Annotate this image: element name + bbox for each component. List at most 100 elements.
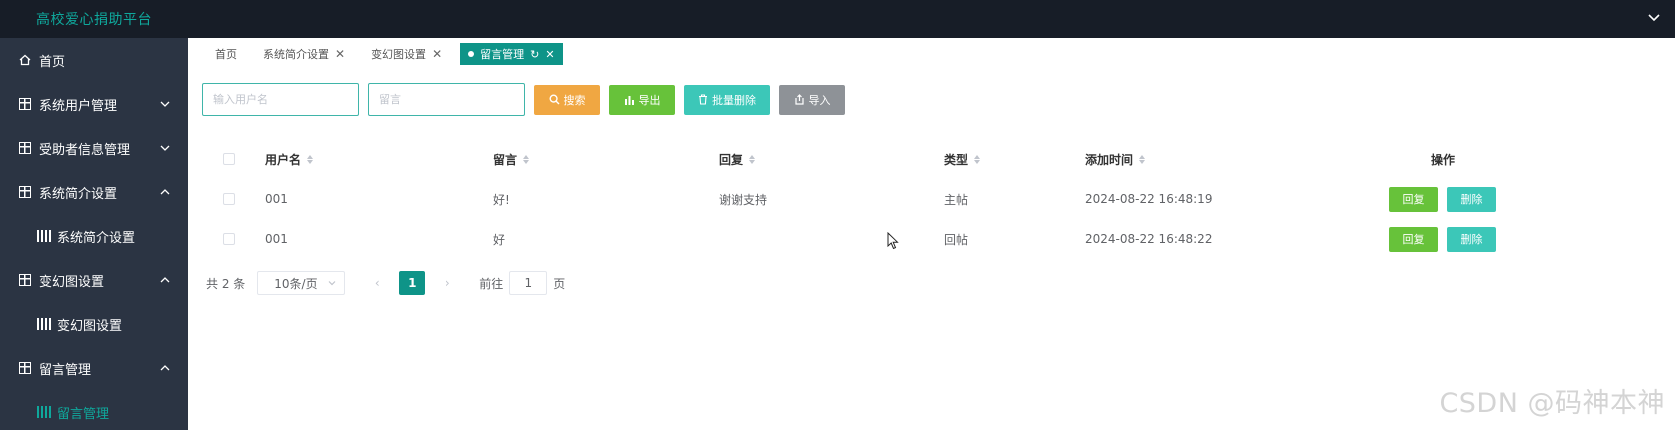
page-size-value: 10条/页 [274, 275, 317, 292]
chevron-down-icon [159, 142, 171, 154]
delete-button[interactable]: 删除 [1447, 187, 1496, 212]
close-icon[interactable]: ✕ [432, 47, 442, 61]
message-search-input[interactable] [368, 83, 525, 116]
pagination: 共 2 条 10条/页 ‹ 1 › 前往 页 [206, 271, 565, 295]
tab-system-intro[interactable]: 系统简介设置 ✕ [255, 43, 353, 65]
sidebar-item-label: 首页 [39, 51, 65, 70]
sort-icon[interactable] [749, 155, 755, 164]
column-header-label: 操作 [1431, 151, 1455, 168]
cell-message: 好 [493, 219, 505, 259]
chevron-down-icon[interactable] [1647, 11, 1661, 25]
chevron-up-icon [159, 186, 171, 198]
table-icon [19, 274, 31, 286]
sidebar-item-label: 变幻图设置 [39, 271, 104, 290]
username-search-input[interactable] [202, 83, 359, 116]
sidebar-item-label: 系统简介设置 [39, 183, 117, 202]
export-button[interactable]: 导出 [609, 85, 675, 115]
cell-username: 001 [265, 179, 288, 219]
search-button[interactable]: 搜索 [534, 85, 600, 115]
search-toolbar: 搜索 导出 批量删除 导入 [202, 83, 845, 116]
table-icon [19, 142, 31, 154]
chevron-down-icon [328, 280, 336, 286]
sidebar-item-label: 系统用户管理 [39, 95, 117, 114]
sidebar-item-label: 变幻图设置 [57, 315, 122, 334]
table-row: 001 好! 谢谢支持 主帖 2024-08-22 16:48:19 回复 删除 [202, 179, 1502, 219]
tab-messages[interactable]: 留言管理 ↻ ✕ [460, 43, 562, 65]
table-header-row: 用户名 留言 回复 类型 添加时间 操作 [202, 139, 1502, 179]
cell-time: 2024-08-22 16:48:22 [1085, 219, 1212, 259]
column-header-reply[interactable]: 回复 [719, 139, 755, 179]
bulk-delete-button-label: 批量删除 [712, 92, 756, 108]
cell-reply: 谢谢支持 [719, 179, 767, 219]
column-header-label: 类型 [944, 151, 968, 168]
grid-icon [37, 318, 49, 330]
sidebar-item-label: 留言管理 [39, 359, 91, 378]
sidebar-item-home[interactable]: 首页 [0, 38, 188, 82]
cell-username: 001 [265, 219, 288, 259]
reply-button[interactable]: 回复 [1389, 227, 1438, 252]
page-number[interactable]: 1 [399, 271, 425, 295]
sidebar-item-system-users[interactable]: 系统用户管理 [0, 82, 188, 126]
column-header-label: 用户名 [265, 151, 301, 168]
column-header-time[interactable]: 添加时间 [1085, 139, 1145, 179]
next-page-icon[interactable]: › [437, 276, 457, 290]
row-checkbox[interactable] [223, 193, 235, 205]
import-button[interactable]: 导入 [779, 85, 845, 115]
tab-label: 变幻图设置 [371, 46, 426, 62]
export-button-label: 导出 [639, 92, 661, 108]
page-size-select[interactable]: 10条/页 [257, 271, 345, 295]
tab-label: 系统简介设置 [263, 46, 329, 62]
sidebar: 首页 系统用户管理 受助者信息管理 系统简介设置 系统简介设置 变幻图设置 变幻… [0, 38, 188, 430]
delete-button[interactable]: 删除 [1447, 227, 1496, 252]
sort-icon[interactable] [1139, 155, 1145, 164]
table-icon [19, 98, 31, 110]
tab-carousel[interactable]: 变幻图设置 ✕ [363, 43, 450, 65]
import-button-label: 导入 [809, 92, 831, 108]
goto-page-input[interactable] [509, 271, 547, 295]
column-header-label: 添加时间 [1085, 151, 1133, 168]
search-icon [549, 94, 560, 105]
table-row: 001 好 回帖 2024-08-22 16:48:22 回复 删除 [202, 219, 1502, 259]
sidebar-subitem-carousel[interactable]: 变幻图设置 [0, 302, 188, 346]
sidebar-subitem-system-intro[interactable]: 系统简介设置 [0, 214, 188, 258]
cell-message: 好! [493, 179, 510, 219]
app-title: 高校爱心捐助平台 [36, 9, 152, 29]
sidebar-item-label: 受助者信息管理 [39, 139, 130, 158]
prev-page-icon[interactable]: ‹ [367, 276, 387, 290]
cell-type: 主帖 [944, 179, 968, 219]
tab-home[interactable]: 首页 [207, 43, 245, 65]
grid-icon [37, 406, 49, 418]
chevron-down-icon [159, 98, 171, 110]
watermark: CSDN @码神本神 [1439, 381, 1665, 420]
sidebar-item-label: 系统简介设置 [57, 227, 135, 246]
cell-type: 回帖 [944, 219, 968, 259]
close-icon[interactable]: ✕ [335, 47, 345, 61]
column-header-username[interactable]: 用户名 [265, 139, 313, 179]
chevron-up-icon [159, 362, 171, 374]
select-all-checkbox[interactable] [223, 153, 235, 165]
column-header-actions: 操作 [1431, 139, 1455, 179]
refresh-icon[interactable]: ↻ [530, 48, 539, 61]
close-icon[interactable]: ✕ [545, 48, 554, 61]
sidebar-item-carousel[interactable]: 变幻图设置 [0, 258, 188, 302]
chevron-up-icon [159, 274, 171, 286]
sidebar-item-label: 留言管理 [57, 403, 109, 422]
sidebar-item-recipients[interactable]: 受助者信息管理 [0, 126, 188, 170]
message-table: 用户名 留言 回复 类型 添加时间 操作 001 好! 谢谢支持 主帖 2024… [202, 139, 1502, 259]
sidebar-item-system-intro[interactable]: 系统简介设置 [0, 170, 188, 214]
column-header-message[interactable]: 留言 [493, 139, 529, 179]
sort-icon[interactable] [974, 155, 980, 164]
sort-icon[interactable] [307, 155, 313, 164]
sidebar-subitem-messages[interactable]: 留言管理 [0, 390, 188, 434]
reply-button[interactable]: 回复 [1389, 187, 1438, 212]
import-icon [794, 94, 805, 105]
total-count: 共 2 条 [206, 275, 245, 292]
bar-chart-icon [624, 95, 635, 105]
bulk-delete-button[interactable]: 批量删除 [684, 85, 770, 115]
home-icon [19, 54, 31, 66]
sort-icon[interactable] [523, 155, 529, 164]
row-checkbox[interactable] [223, 233, 235, 245]
sidebar-item-messages[interactable]: 留言管理 [0, 346, 188, 390]
column-header-type[interactable]: 类型 [944, 139, 980, 179]
search-button-label: 搜索 [564, 92, 586, 108]
